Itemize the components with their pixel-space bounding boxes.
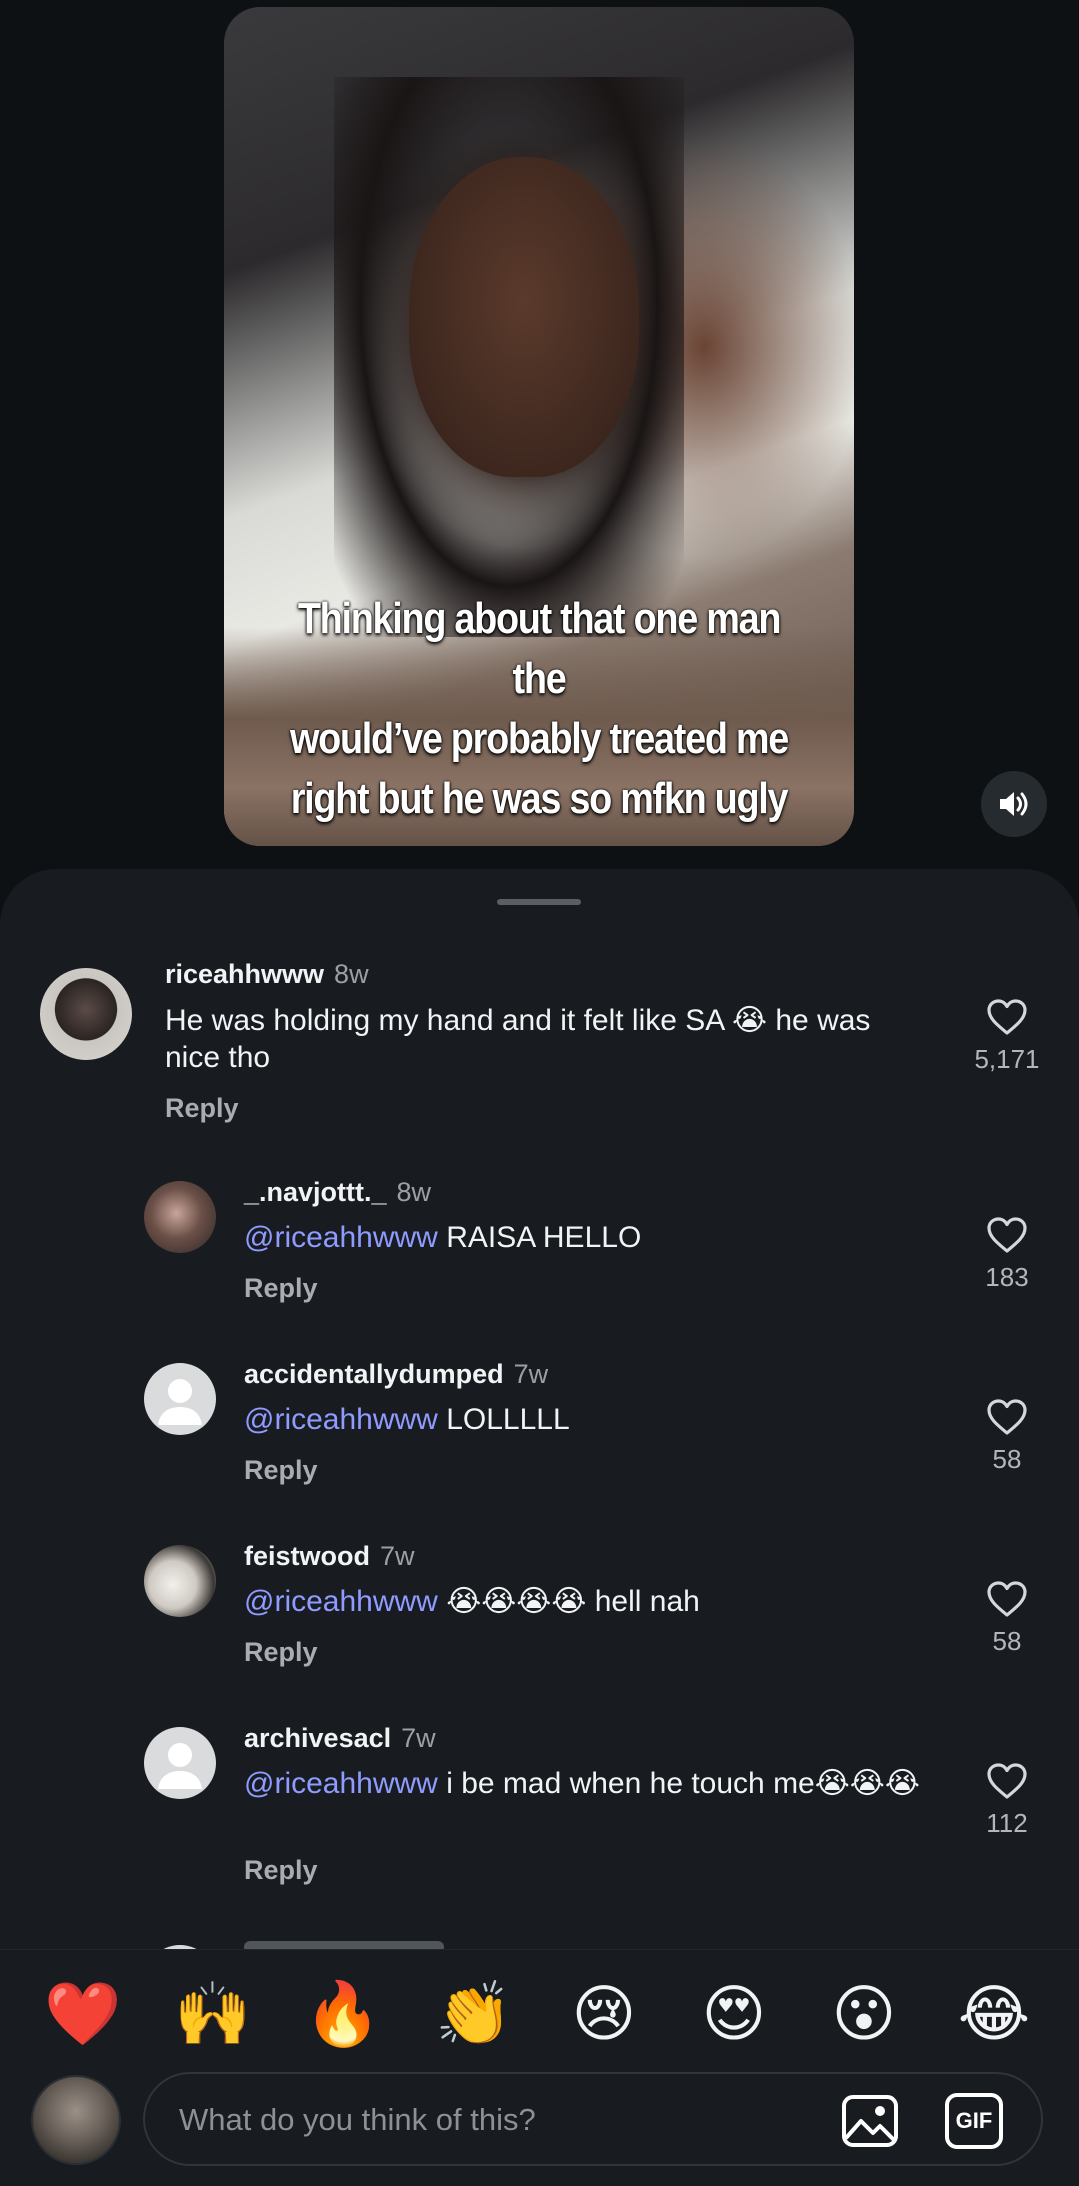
comment-input[interactable]: What do you think of this? GIF <box>143 2072 1043 2166</box>
comment-username[interactable]: riceahhwww 8w <box>165 959 369 990</box>
sheet-drag-handle[interactable] <box>497 899 581 905</box>
heart-icon <box>987 1217 1027 1253</box>
comment-body: i be mad when he touch me😭😭😭 <box>446 1767 920 1800</box>
reply-button[interactable]: Reply <box>244 1637 318 1668</box>
person-icon <box>158 1743 202 1789</box>
reaction-row: ❤️ 🙌 🔥 👏 😢 😍 😮 😂 <box>0 1974 1079 2054</box>
comment-text: @riceahhwww 😭😭😭😭 hell nah <box>244 1583 944 1620</box>
comment-time: 7w <box>380 1541 415 1571</box>
avatar[interactable] <box>144 1181 216 1253</box>
comment-time: 7w <box>513 1359 549 1389</box>
partial-username <box>244 1941 444 1949</box>
username-text: feistwood <box>244 1541 370 1571</box>
like-count: 58 <box>992 1444 1022 1474</box>
comment-username[interactable]: feistwood 7w <box>244 1541 415 1572</box>
comment-time: 7w <box>401 1723 436 1753</box>
heart-icon <box>987 1763 1027 1799</box>
comment-username[interactable]: accidentallydumped 7w <box>244 1359 548 1390</box>
comment-username[interactable]: _.navjottt._ 8w <box>244 1177 431 1208</box>
reaction-fire[interactable]: 🔥 <box>303 1974 383 2054</box>
username-text: _.navjottt._ <box>244 1177 387 1207</box>
username-text: archivesacl <box>244 1723 392 1753</box>
image-button[interactable] <box>841 2094 899 2148</box>
mention-link[interactable]: @riceahhwww <box>244 1585 438 1618</box>
video-player[interactable]: Thinking about that one man the would’ve… <box>224 7 854 846</box>
comment-time: 8w <box>334 959 369 989</box>
comment-username[interactable]: archivesacl 7w <box>244 1723 436 1754</box>
reaction-sad[interactable]: 😢 <box>564 1974 644 2054</box>
reaction-clap[interactable]: 👏 <box>434 1974 514 2054</box>
video-caption: Thinking about that one man the would’ve… <box>290 594 789 823</box>
comment-text: @riceahhwww i be mad when he touch me😭😭😭 <box>244 1765 934 1802</box>
heart-icon <box>987 999 1027 1035</box>
comment-body: RAISA HELLO <box>446 1221 642 1254</box>
avatar[interactable] <box>40 968 132 1060</box>
heart-icon <box>987 1581 1027 1617</box>
comment-input-placeholder: What do you think of this? <box>179 2102 536 2137</box>
comment-text: He was holding my hand and it felt like … <box>165 1002 905 1076</box>
reply-button[interactable]: Reply <box>244 1855 318 1886</box>
composer-bar: ❤️ 🙌 🔥 👏 😢 😍 😮 😂 What do you think of th… <box>0 1949 1079 2186</box>
reaction-raised-hands[interactable]: 🙌 <box>173 1974 253 2054</box>
like-button[interactable]: 58 <box>962 1580 1052 1657</box>
gif-button[interactable]: GIF <box>945 2093 1003 2149</box>
reply-button[interactable]: Reply <box>165 1093 239 1124</box>
mention-link[interactable]: @riceahhwww <box>244 1221 438 1254</box>
like-button[interactable]: 58 <box>962 1398 1052 1475</box>
comment-text: @riceahhwww RAISA HELLO <box>244 1219 944 1256</box>
comment-body: He was holding my hand and it felt like … <box>165 1004 871 1074</box>
volume-button[interactable] <box>981 771 1047 837</box>
username-text: accidentallydumped <box>244 1359 504 1389</box>
reaction-heart-eyes[interactable]: 😍 <box>694 1974 774 2054</box>
username-text: riceahhwww <box>165 959 325 989</box>
comment-body: 😭😭😭😭 hell nah <box>446 1585 700 1618</box>
mention-link[interactable]: @riceahhwww <box>244 1403 438 1436</box>
like-button[interactable]: 112 <box>962 1762 1052 1839</box>
comments-sheet: riceahhwww 8w He was holding my hand and … <box>0 869 1079 1949</box>
like-count: 5,171 <box>974 1044 1040 1074</box>
like-button[interactable]: 183 <box>962 1216 1052 1293</box>
like-count: 112 <box>986 1808 1028 1838</box>
speaker-icon <box>1000 792 1028 816</box>
reply-button[interactable]: Reply <box>244 1455 318 1486</box>
comment-text: @riceahhwww LOLLLLL <box>244 1401 944 1438</box>
reply-button[interactable]: Reply <box>244 1273 318 1304</box>
my-avatar[interactable] <box>31 2075 121 2165</box>
comment-time: 8w <box>396 1177 432 1207</box>
reaction-laughing[interactable]: 😂 <box>954 1974 1034 2054</box>
like-button[interactable]: 5,171 <box>962 998 1052 1075</box>
video-frame-face <box>409 157 639 477</box>
reaction-surprised[interactable]: 😮 <box>824 1974 904 2054</box>
reaction-heart[interactable]: ❤️ <box>43 1974 123 2054</box>
avatar[interactable] <box>144 1545 216 1617</box>
image-icon <box>842 2095 898 2147</box>
like-count: 58 <box>992 1626 1022 1656</box>
like-count: 183 <box>985 1262 1029 1292</box>
default-avatar[interactable] <box>144 1363 216 1435</box>
person-icon <box>158 1379 202 1425</box>
default-avatar[interactable] <box>144 1727 216 1799</box>
comment-body: LOLLLLL <box>446 1403 570 1436</box>
heart-icon <box>987 1399 1027 1435</box>
mention-link[interactable]: @riceahhwww <box>244 1767 438 1800</box>
